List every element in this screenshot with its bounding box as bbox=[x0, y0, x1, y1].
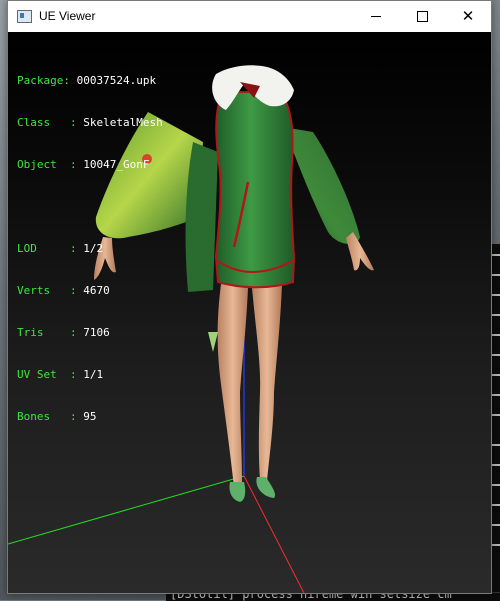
tris-label: Tris : bbox=[17, 326, 84, 339]
tassel-ornament bbox=[208, 332, 218, 352]
info-row-tris: Tris : 7106 bbox=[17, 326, 163, 340]
left-shoe bbox=[229, 482, 246, 502]
object-label: Object : bbox=[17, 158, 84, 171]
console-text-line bbox=[492, 524, 500, 526]
console-text-line bbox=[492, 314, 500, 316]
right-leg bbox=[252, 284, 282, 480]
info-row-uvset: UV Set : 1/1 bbox=[17, 368, 163, 382]
object-value: 10047_GonF bbox=[83, 158, 150, 171]
console-text-line bbox=[492, 334, 500, 336]
console-text-line bbox=[492, 294, 500, 296]
right-shoe bbox=[256, 477, 276, 498]
info-row-bones: Bones : 95 bbox=[17, 410, 163, 424]
maximize-button[interactable] bbox=[399, 1, 445, 32]
console-text-line bbox=[492, 274, 500, 276]
tris-value: 7106 bbox=[83, 326, 110, 339]
lod-label: LOD : bbox=[17, 242, 84, 255]
app-window-icon bbox=[17, 10, 32, 23]
info-row-class: Class : SkeletalMesh bbox=[17, 116, 163, 130]
console-text-line bbox=[492, 444, 500, 446]
package-value: 00037524.upk bbox=[76, 74, 157, 87]
console-text-line bbox=[492, 414, 500, 416]
info-row-object: Object : 10047_GonF bbox=[17, 158, 163, 172]
info-row-package: Package: 00037524.upk bbox=[17, 74, 163, 88]
uvset-value: 1/1 bbox=[83, 368, 104, 381]
3d-viewport[interactable]: Package: 00037524.upk Class : SkeletalMe… bbox=[8, 32, 491, 593]
console-text-line bbox=[492, 544, 500, 546]
info-row-verts: Verts : 4670 bbox=[17, 284, 163, 298]
console-text-line bbox=[492, 504, 500, 506]
window-title: UE Viewer bbox=[39, 9, 96, 23]
maximize-icon bbox=[416, 11, 428, 22]
close-button[interactable]: ✕ bbox=[445, 1, 491, 32]
title-bar[interactable]: UE Viewer ✕ bbox=[8, 1, 491, 32]
console-text-line bbox=[492, 464, 500, 466]
info-row-lod: LOD : 1/2 bbox=[17, 242, 163, 256]
right-sleeve bbox=[283, 127, 360, 244]
class-value: SkeletalMesh bbox=[83, 116, 163, 129]
close-icon: ✕ bbox=[461, 7, 475, 25]
y-axis-line bbox=[8, 475, 245, 545]
bones-value: 95 bbox=[83, 410, 97, 423]
ue-viewer-window[interactable]: UE Viewer ✕ Package: 00037524.upk Class … bbox=[7, 0, 492, 594]
bones-label: Bones : bbox=[17, 410, 84, 423]
lod-value: 1/2 bbox=[83, 242, 104, 255]
class-label: Class : bbox=[17, 116, 84, 129]
console-text-line bbox=[492, 354, 500, 356]
console-text-line bbox=[492, 254, 500, 256]
uvset-label: UV Set : bbox=[17, 368, 84, 381]
console-text-line bbox=[492, 394, 500, 396]
dress-body bbox=[214, 91, 296, 289]
console-text-line bbox=[492, 484, 500, 486]
verts-value: 4670 bbox=[83, 284, 110, 297]
minimize-button[interactable] bbox=[353, 1, 399, 32]
console-text-line bbox=[492, 374, 500, 376]
right-hand bbox=[346, 232, 374, 271]
dress-side-panel bbox=[185, 142, 218, 292]
package-label: Package: bbox=[17, 74, 77, 87]
verts-label: Verts : bbox=[17, 284, 84, 297]
info-spacer bbox=[17, 200, 163, 214]
mesh-info-panel: Package: 00037524.upk Class : SkeletalMe… bbox=[17, 46, 163, 452]
minimize-icon bbox=[371, 16, 381, 17]
